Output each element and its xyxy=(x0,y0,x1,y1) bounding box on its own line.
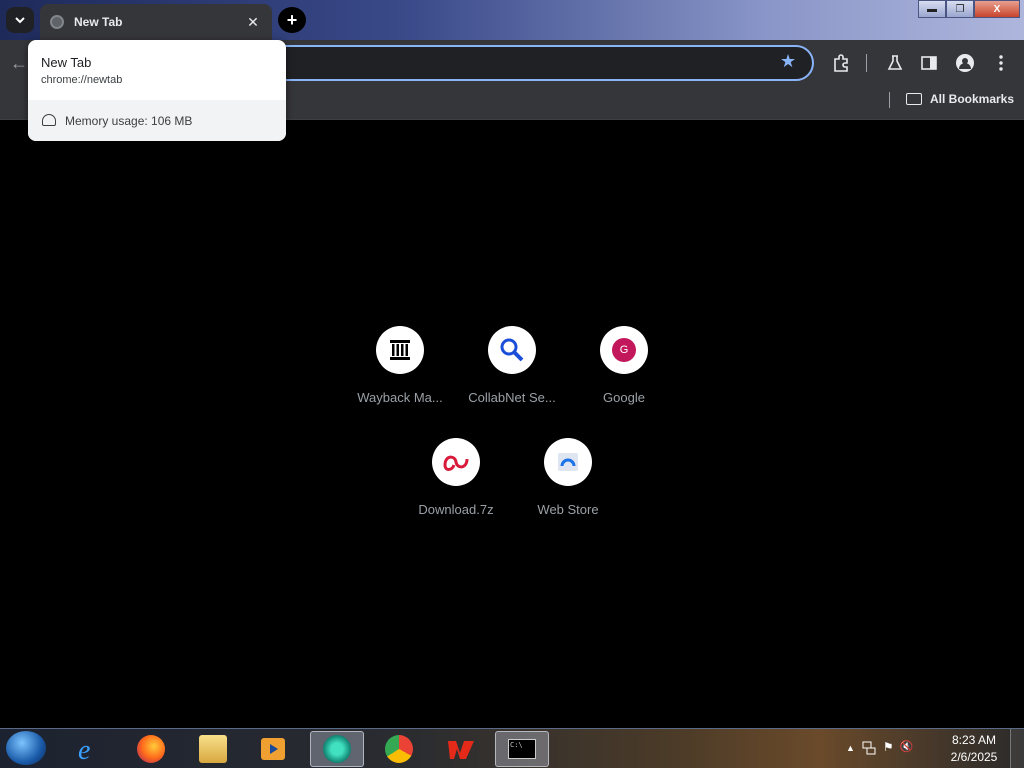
tab-new-tab[interactable]: New Tab ✕ xyxy=(40,4,272,40)
labs-icon[interactable] xyxy=(884,52,906,74)
menu-icon[interactable] xyxy=(990,52,1012,74)
memory-usage: Memory usage: 106 MB xyxy=(65,114,193,128)
all-bookmarks-button[interactable]: All Bookmarks xyxy=(906,92,1014,106)
firefox-icon[interactable] xyxy=(124,731,178,767)
shortcut-label: Wayback Ma... xyxy=(357,390,443,405)
download-icon xyxy=(432,438,480,486)
close-icon[interactable]: ✕ xyxy=(244,14,262,31)
extensions-icon[interactable] xyxy=(830,52,852,74)
screen: New Tab ✕ + ▬ ❐ X ← ★ All Bookmarks New … xyxy=(0,0,1024,768)
star-icon[interactable]: ★ xyxy=(780,51,796,72)
search-icon xyxy=(488,326,536,374)
cmd-icon[interactable]: C:\ xyxy=(495,731,549,767)
shortcut-collabnet[interactable]: CollabNet Se... xyxy=(456,326,568,426)
back-button[interactable]: ← xyxy=(10,53,28,74)
clock-date: 2/6/2025 xyxy=(950,750,998,764)
tab-search-button[interactable] xyxy=(6,7,34,33)
shortcut-label: Web Store xyxy=(537,502,599,517)
close-window-button[interactable]: X xyxy=(974,0,1020,18)
file-explorer-icon[interactable] xyxy=(186,731,240,767)
show-hidden-icons-icon[interactable]: ▲ xyxy=(846,743,855,756)
chrome-favicon-icon xyxy=(50,15,64,29)
tab-hover-card: New Tab chrome://newtab Memory usage: 10… xyxy=(28,40,286,141)
start-button[interactable] xyxy=(6,731,46,765)
clock[interactable]: 8:23 AM 2/6/2025 xyxy=(946,732,1002,766)
media-player-icon[interactable] xyxy=(246,731,300,767)
tab-title: New Tab xyxy=(74,15,123,29)
clock-time: 8:23 AM xyxy=(951,733,997,747)
minimize-button[interactable]: ▬ xyxy=(918,0,946,18)
gauge-icon xyxy=(42,114,56,126)
new-tab-button[interactable]: + xyxy=(278,7,306,33)
wayback-icon xyxy=(376,326,424,374)
internet-explorer-icon[interactable]: e xyxy=(62,731,116,767)
chrome-canary-icon[interactable] xyxy=(310,731,364,767)
profile-icon[interactable] xyxy=(954,52,976,74)
shortcut-label: Download.7z xyxy=(418,502,494,517)
restore-button[interactable]: ❐ xyxy=(946,0,974,18)
network-icon[interactable] xyxy=(861,740,877,756)
google-g-icon: G xyxy=(600,326,648,374)
hover-card-title: New Tab xyxy=(41,55,92,70)
shortcut-web-store[interactable]: Web Store xyxy=(512,438,624,538)
folder-icon xyxy=(906,93,922,105)
window-controls: ▬ ❐ X xyxy=(918,0,1020,18)
google-badge: G xyxy=(612,338,636,362)
chrome-icon[interactable] xyxy=(372,731,426,767)
shortcut-google[interactable]: G Google xyxy=(568,326,680,426)
shortcut-label: Google xyxy=(603,390,645,405)
show-desktop-button[interactable] xyxy=(1010,729,1024,768)
office-icon[interactable] xyxy=(434,731,488,767)
shortcut-label: CollabNet Se... xyxy=(468,390,556,405)
web-store-icon xyxy=(544,438,592,486)
side-panel-icon[interactable] xyxy=(918,52,940,74)
svg-text:e: e xyxy=(78,735,90,764)
shortcut-wayback[interactable]: Wayback Ma... xyxy=(344,326,456,426)
toolbar-divider xyxy=(866,54,867,72)
all-bookmarks-label: All Bookmarks xyxy=(930,92,1015,106)
bookmarks-divider xyxy=(889,92,890,108)
shortcut-download-7z[interactable]: Download.7z xyxy=(400,438,512,538)
chevron-down-icon xyxy=(15,17,25,24)
volume-muted-icon[interactable]: 🔇 xyxy=(900,740,914,756)
system-tray: ▲ ⚑ 🔇 xyxy=(846,740,913,756)
action-center-icon[interactable]: ⚑ xyxy=(883,740,894,756)
hover-card-url: chrome://newtab xyxy=(41,74,123,86)
